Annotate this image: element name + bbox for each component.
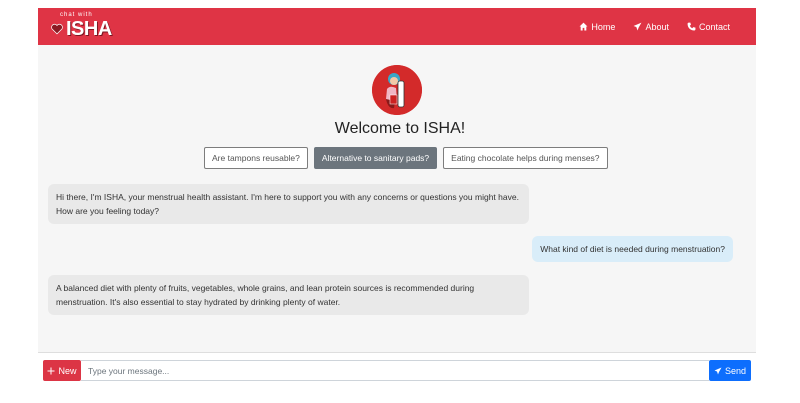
user-message: What kind of diet is needed during menst… <box>532 236 733 262</box>
bot-message: A balanced diet with plenty of fruits, v… <box>48 275 529 315</box>
phone-icon <box>687 22 696 31</box>
brand-logo[interactable]: chat with ISHA <box>48 12 112 40</box>
new-chat-label: New <box>58 365 77 376</box>
send-label: Send <box>724 365 747 376</box>
nav-about-label: About <box>645 21 669 32</box>
assistant-avatar <box>372 65 422 115</box>
nav-links: Home About Contact <box>579 8 730 45</box>
new-chat-button[interactable]: New <box>43 360 81 381</box>
home-icon <box>579 22 588 31</box>
nav-contact-link[interactable]: Contact <box>687 22 730 32</box>
nav-about-link[interactable]: About <box>633 22 669 32</box>
heart-icon <box>51 23 63 35</box>
plus-icon <box>47 367 55 374</box>
message-input[interactable] <box>81 360 709 381</box>
suggestion-button[interactable]: Eating chocolate helps during menses? <box>443 147 608 169</box>
assistant-illustration <box>372 65 422 115</box>
suggestion-button[interactable]: Alternative to sanitary pads? <box>313 147 438 169</box>
nav-home-label: Home <box>591 21 616 32</box>
suggestion-button[interactable]: Are tampons reusable? <box>204 147 308 169</box>
nav-contact-label: Contact <box>698 21 730 32</box>
brand-name: ISHA <box>66 18 112 40</box>
navbar: chat with ISHA Home About Contact <box>38 8 756 45</box>
welcome-title: Welcome to ISHA! <box>334 120 466 137</box>
bot-message: Hi there, I'm ISHA, your menstrual healt… <box>48 184 529 224</box>
suggestion-list: Are tampons reusable? Alternative to san… <box>204 147 608 169</box>
paper-plane-icon <box>634 22 642 31</box>
send-button[interactable]: Send <box>709 360 751 381</box>
paper-plane-icon <box>714 367 722 374</box>
nav-home-link[interactable]: Home <box>579 22 615 32</box>
